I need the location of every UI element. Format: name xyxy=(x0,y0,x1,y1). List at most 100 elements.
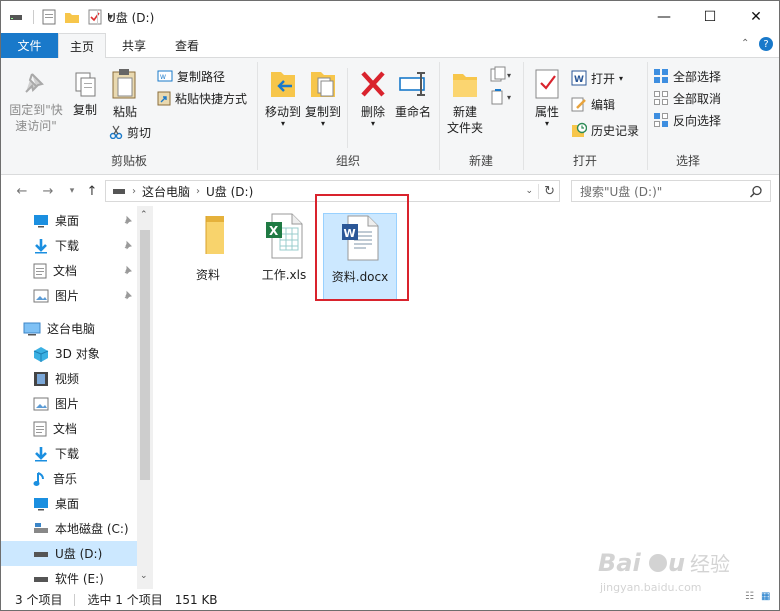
nav-item-desktop-quick[interactable]: 桌面 xyxy=(1,208,137,233)
nav-scrollbar-thumb[interactable] xyxy=(140,230,150,480)
nav-item-desktop[interactable]: 桌面 xyxy=(1,491,137,516)
pinned-icon[interactable] xyxy=(123,240,133,250)
breadcrumb-usb-drive[interactable]: U盘 (D:) xyxy=(206,183,253,200)
nav-item-label: 图片 xyxy=(55,289,80,303)
rename-button[interactable]: 重命名 xyxy=(393,68,433,120)
nav-item-pictures-quick[interactable]: 图片 xyxy=(1,283,137,308)
nav-item-label: 桌面 xyxy=(55,214,80,228)
back-arrow-icon[interactable]: ← xyxy=(13,181,31,201)
nav-item-this-pc[interactable]: 这台电脑 xyxy=(1,316,137,341)
search-icon[interactable] xyxy=(749,185,763,199)
selection-count: 选中 1 个项目 xyxy=(87,593,163,607)
details-view-icon[interactable]: ☷ xyxy=(745,591,754,602)
pinned-icon[interactable] xyxy=(123,215,133,225)
group-label-organize: 组织 xyxy=(335,154,360,168)
breadcrumb-separator-icon[interactable]: › xyxy=(132,186,136,197)
svg-text:u: u xyxy=(668,549,685,577)
pinned-icon[interactable] xyxy=(123,265,133,275)
file-name: 工作.xls xyxy=(261,268,307,282)
nav-item-label: 桌面 xyxy=(55,497,80,511)
open-button[interactable]: W 打开 ▾ xyxy=(571,68,623,88)
svg-text:▾: ▾ xyxy=(507,71,511,80)
history-icon xyxy=(571,122,587,138)
breadcrumb-separator-icon[interactable]: › xyxy=(196,186,200,197)
breadcrumb-this-pc[interactable]: 这台电脑 xyxy=(142,183,190,200)
forward-arrow-icon[interactable]: → xyxy=(39,181,57,201)
edit-button[interactable]: 编辑 xyxy=(571,94,615,114)
move-to-button[interactable]: 移动到 ▾ xyxy=(263,68,303,128)
desktop-icon xyxy=(33,497,49,511)
nav-item-drive-e[interactable]: 软件 (E:) xyxy=(1,566,137,589)
tab-file[interactable]: 文件 xyxy=(1,33,58,58)
copy-to-button[interactable]: 复制到 ▾ xyxy=(303,68,343,128)
tab-view[interactable]: 查看 xyxy=(161,33,213,58)
properties-icon[interactable] xyxy=(42,9,56,25)
nav-item-label: 文档 xyxy=(53,264,78,278)
nav-item-videos[interactable]: 视频 xyxy=(1,366,137,391)
download-icon xyxy=(33,446,49,462)
new-folder-button[interactable]: 新建 文件夹 xyxy=(445,68,485,136)
search-input[interactable]: 搜索"U盘 (D:)" xyxy=(571,180,771,202)
paste-button[interactable]: 粘贴 xyxy=(105,68,145,120)
tab-share[interactable]: 共享 xyxy=(107,33,161,58)
svg-text:Bai: Bai xyxy=(598,549,641,577)
scroll-up-icon[interactable]: ⌃ xyxy=(140,210,148,220)
address-dropdown-icon[interactable]: ⌄ xyxy=(525,186,533,196)
invert-selection-button[interactable]: 反向选择 xyxy=(653,110,721,130)
pin-quick-access-button[interactable]: 固定到"快 速访问" xyxy=(5,70,67,134)
nav-item-label: 这台电脑 xyxy=(47,322,96,336)
move-to-dropdown-icon: ▾ xyxy=(280,119,285,128)
nav-item-downloads[interactable]: 下载 xyxy=(1,441,137,466)
nav-item-music[interactable]: 音乐 xyxy=(1,466,137,491)
folder-icon xyxy=(186,212,230,260)
large-icons-view-icon[interactable]: ▦ xyxy=(761,591,770,602)
select-none-icon xyxy=(653,90,669,106)
copy-icon xyxy=(71,70,99,98)
excel-file-icon: X xyxy=(262,212,306,260)
up-arrow-icon[interactable]: ↑ xyxy=(83,181,101,201)
maximize-button[interactable]: ☐ xyxy=(687,1,733,33)
new-folder-icon xyxy=(450,68,480,100)
document-icon xyxy=(33,421,47,437)
collapse-ribbon-icon[interactable]: ⌃ xyxy=(741,38,749,49)
delete-button[interactable]: 删除 ▾ xyxy=(353,68,393,128)
refresh-icon[interactable]: ↻ xyxy=(538,183,555,199)
nav-item-label: 本地磁盘 (C:) xyxy=(55,522,129,536)
easy-access-icon[interactable]: ▾ xyxy=(489,88,513,106)
select-all-label: 全部选择 xyxy=(673,69,722,84)
select-none-button[interactable]: 全部取消 xyxy=(653,88,721,108)
paste-shortcut-icon xyxy=(157,90,171,106)
open-dropdown-icon: ▾ xyxy=(619,73,624,83)
copy-button[interactable]: 复制 xyxy=(67,70,103,118)
highlight-box xyxy=(315,194,409,301)
nav-item-documents[interactable]: 文档 xyxy=(1,416,137,441)
close-button[interactable]: ✕ xyxy=(733,1,779,33)
checklist-icon[interactable] xyxy=(88,9,102,25)
nav-item-drive-c[interactable]: 本地磁盘 (C:) xyxy=(1,516,137,541)
recent-locations-icon[interactable]: ▾ xyxy=(63,181,81,201)
copy-path-button[interactable]: W 复制路径 xyxy=(157,66,225,86)
properties-button[interactable]: 属性 ▾ xyxy=(529,68,565,128)
minimize-button[interactable]: — xyxy=(641,1,687,33)
nav-item-usb-drive[interactable]: U盘 (D:) xyxy=(1,541,137,566)
file-name: 资料 xyxy=(195,268,220,282)
help-icon[interactable]: ? xyxy=(759,37,773,51)
new-item-icon[interactable]: ▾ xyxy=(489,66,513,84)
file-item-excel[interactable]: X 工作.xls xyxy=(247,212,321,300)
nav-item-3d-objects[interactable]: 3D 对象 xyxy=(1,341,137,366)
edit-icon xyxy=(571,96,587,112)
paste-shortcut-button[interactable]: 粘贴快捷方式 xyxy=(157,88,247,108)
new-folder-icon[interactable] xyxy=(64,10,80,24)
cut-button[interactable]: 剪切 xyxy=(109,122,151,142)
scroll-down-icon[interactable]: ⌄ xyxy=(140,571,148,581)
tab-home[interactable]: 主页 xyxy=(58,33,106,59)
pinned-icon[interactable] xyxy=(123,290,133,300)
history-button[interactable]: 历史记录 xyxy=(571,120,639,140)
select-all-button[interactable]: 全部选择 xyxy=(653,66,721,86)
svg-text:X: X xyxy=(269,224,279,238)
properties-label: 属性 xyxy=(534,105,559,119)
nav-item-documents-quick[interactable]: 文档 xyxy=(1,258,137,283)
nav-item-pictures[interactable]: 图片 xyxy=(1,391,137,416)
nav-item-downloads-quick[interactable]: 下载 xyxy=(1,233,137,258)
file-item-folder[interactable]: 资料 xyxy=(171,212,245,300)
